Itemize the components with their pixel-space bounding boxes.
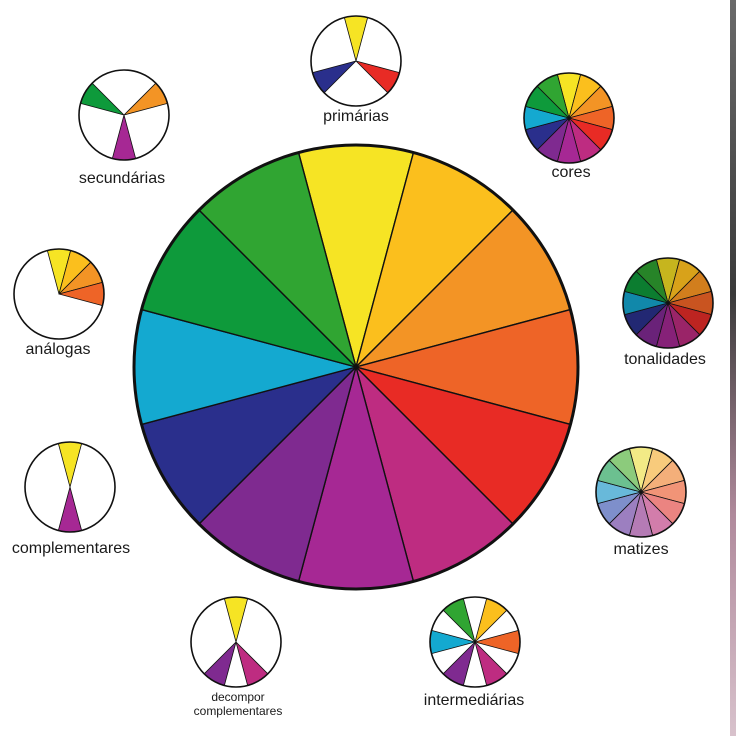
- label-decompor-line1: decompor: [211, 690, 265, 704]
- satellite-wheel-analogas: [13, 248, 105, 340]
- satellite-wheel-tonalidades: [622, 257, 714, 349]
- label-primarias: primárias: [323, 108, 389, 125]
- label-analogas: análogas: [25, 341, 91, 358]
- label-decompor-complementares: decompor complementares: [194, 690, 283, 718]
- main-color-wheel: [132, 143, 580, 591]
- satellite-wheel-primarias: [310, 15, 402, 107]
- label-secundarias: secundárias: [78, 170, 166, 187]
- satellite-wheel-cores: [523, 72, 615, 164]
- satellite-wheel-decompor: [190, 596, 282, 688]
- satellite-wheel-intermediarias: [429, 596, 521, 688]
- satellite-wheel-secundarias: [78, 69, 170, 161]
- label-cores: cores: [551, 164, 591, 181]
- satellite-wheel-complementares: [24, 441, 116, 533]
- label-complementares: complementares: [11, 540, 131, 557]
- color-wheel-diagram: primárias cores tonalidades matizes inte…: [0, 0, 736, 736]
- label-intermediarias: intermediárias: [423, 692, 525, 709]
- right-edge-strip: [730, 0, 736, 736]
- label-tonalidades: tonalidades: [624, 351, 706, 368]
- label-decompor-line2: complementares: [193, 704, 283, 718]
- label-matizes: matizes: [613, 541, 669, 558]
- satellite-wheel-matizes: [595, 446, 687, 538]
